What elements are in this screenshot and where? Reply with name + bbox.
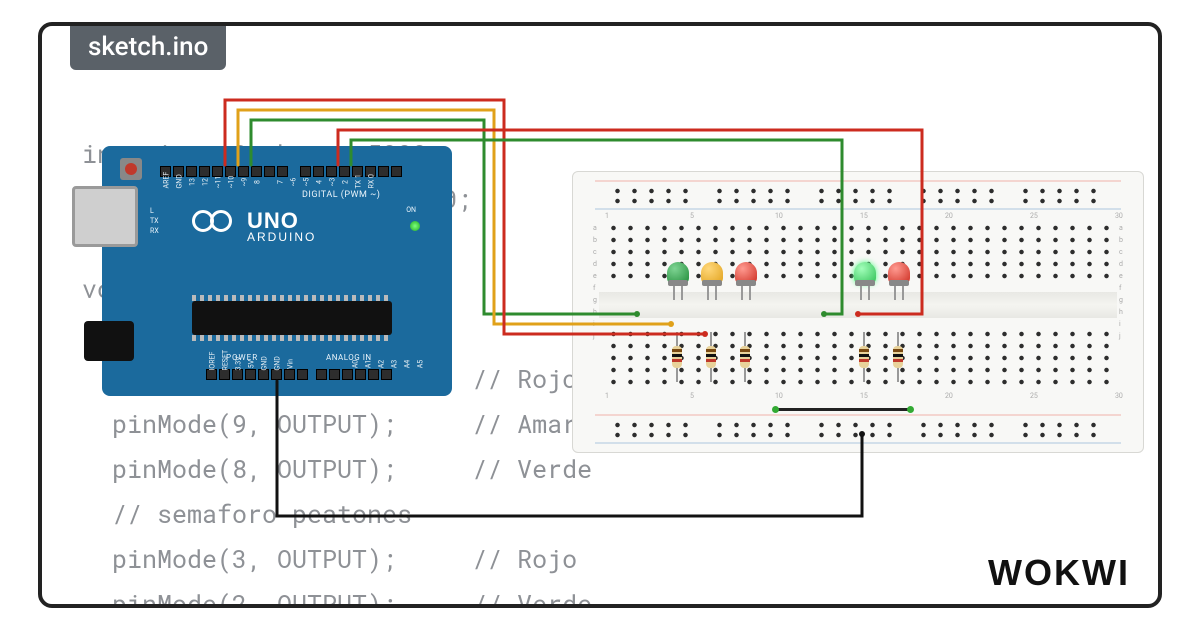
led-car-red[interactable] [735, 262, 757, 292]
wokwi-logo: WOKWI [988, 552, 1130, 594]
column-numbers-bottom: 151015202530 [605, 392, 1111, 400]
power-rail-bottom[interactable] [595, 414, 1121, 444]
power-rail-top[interactable] [595, 180, 1121, 210]
section-label-digital: DIGITAL (PWM ~) [302, 190, 380, 200]
breadboard[interactable]: 151015202530 151015202530 abcdefghij abc… [572, 171, 1144, 453]
pin-labels-digital: AREFGND1312~11~10~987~6~54~32TX 1RX 0 [160, 178, 378, 186]
section-label-analog: ANALOG IN [326, 353, 372, 362]
analog-header[interactable] [316, 369, 394, 380]
brand-label: ARDUINO [247, 230, 316, 244]
resistor-5[interactable] [893, 332, 903, 382]
resistor-3[interactable] [740, 332, 750, 382]
atmega-chip [192, 301, 392, 335]
resistor-1[interactable] [672, 332, 682, 382]
column-numbers-top: 151015202530 [605, 212, 1111, 220]
txrx-labels: L TX RX [150, 206, 159, 236]
led-ped-green[interactable] [854, 262, 876, 292]
usb-port [72, 186, 138, 247]
resistor-4[interactable] [859, 332, 869, 382]
infinity-icon [192, 210, 238, 232]
app-frame: sketch.ino int tiempoCoches = 5000; int … [38, 22, 1162, 608]
power-header[interactable] [206, 369, 310, 380]
file-tab[interactable]: sketch.ino [70, 24, 226, 70]
section-label-power: POWER [226, 353, 258, 362]
breadboard-jumper-gnd[interactable] [775, 408, 911, 411]
arduino-logo: UNO ARDUINO [192, 208, 316, 244]
reset-button[interactable] [120, 158, 142, 180]
led-ped-red[interactable] [888, 262, 910, 292]
led-car-green[interactable] [667, 262, 689, 292]
arduino-uno-board[interactable]: AREFGND1312~11~10~987~6~54~32TX 1RX 0 IO… [102, 146, 452, 396]
file-tab-label: sketch.ino [88, 32, 208, 62]
power-led-icon [410, 221, 420, 231]
resistor-2[interactable] [706, 332, 716, 382]
power-led-label: ON [406, 206, 416, 214]
row-letters-left: abcdefghij [593, 222, 597, 342]
row-letters-right: abcdefghij [1119, 222, 1123, 342]
barrel-jack [84, 321, 134, 361]
led-car-yellow[interactable] [701, 262, 723, 292]
